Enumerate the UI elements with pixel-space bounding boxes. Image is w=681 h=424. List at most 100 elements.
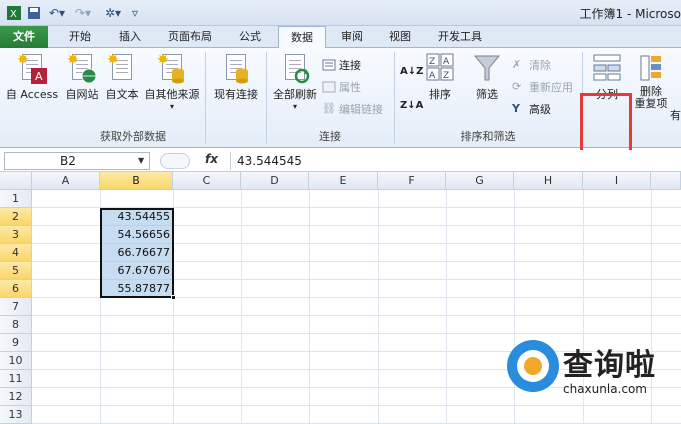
sort-label: 排序 xyxy=(429,88,451,101)
grid-line xyxy=(309,190,310,424)
sort-ascending-button[interactable]: A↓Z xyxy=(400,62,423,80)
properties-button[interactable]: 属性 xyxy=(322,78,361,96)
row-header-10[interactable]: 10 xyxy=(0,352,32,370)
row-header-9[interactable]: 9 xyxy=(0,334,32,352)
refresh-all-label: 全部刷新 xyxy=(273,88,317,101)
from-web-button[interactable]: ✸ 自网站 xyxy=(62,52,102,102)
undo-icon[interactable]: ↶▾ xyxy=(46,4,68,22)
customize-toolbar-icon[interactable]: ✲▾ xyxy=(100,4,126,22)
svg-text:A: A xyxy=(443,57,450,67)
data-validation-label: 有 xyxy=(670,109,681,122)
connections-button[interactable]: 连接 xyxy=(322,56,361,74)
row-header-12[interactable]: 12 xyxy=(0,388,32,406)
dropdown-arrow-icon: ▾ xyxy=(292,102,297,111)
formula-input[interactable]: 43.544545 xyxy=(230,152,678,170)
tab-developer[interactable]: 开发工具 xyxy=(428,26,492,48)
edit-links-button[interactable]: ⛓ 编辑链接 xyxy=(322,100,383,118)
tab-formulas[interactable]: 公式 xyxy=(228,26,272,48)
row-header-5[interactable]: 5 xyxy=(0,262,32,280)
column-header-partial[interactable] xyxy=(651,172,681,190)
row-header-1[interactable]: 1 xyxy=(0,190,32,208)
reapply-button[interactable]: ⟳ 重新应用 xyxy=(512,78,573,96)
tab-page-layout[interactable]: 页面布局 xyxy=(158,26,222,48)
tab-data[interactable]: 数据 xyxy=(278,26,326,49)
tab-home[interactable]: 开始 xyxy=(58,26,102,48)
column-header-i[interactable]: I xyxy=(583,172,651,190)
edit-links-label: 编辑链接 xyxy=(339,103,383,116)
svg-text:X: X xyxy=(10,9,17,20)
tab-view[interactable]: 视图 xyxy=(378,26,422,48)
row-header-3[interactable]: 3 xyxy=(0,226,32,244)
tab-file[interactable]: 文件 xyxy=(0,26,48,48)
advanced-filter-icon: Y xyxy=(512,102,520,115)
row-header-7[interactable]: 7 xyxy=(0,298,32,316)
globe-icon xyxy=(81,68,97,84)
insert-function-icon[interactable]: fx xyxy=(205,152,218,166)
dropdown-arrow-icon: ▾ xyxy=(169,102,174,111)
sort-descending-button[interactable]: Z↓A xyxy=(400,96,423,114)
row-header-6[interactable]: 6 xyxy=(0,280,32,298)
cell-b3[interactable]: 54.56656 xyxy=(100,226,173,244)
column-header-h[interactable]: H xyxy=(514,172,583,190)
row-header-11[interactable]: 11 xyxy=(0,370,32,388)
svg-text:Z: Z xyxy=(443,71,449,81)
column-header-e[interactable]: E xyxy=(309,172,378,190)
cell-b2[interactable]: 43.54455 xyxy=(100,208,173,226)
group-label-connections: 连接 xyxy=(319,130,341,143)
from-text-button[interactable]: ✸ 自文本 xyxy=(102,52,142,102)
existing-connections-button[interactable]: 现有连接 xyxy=(208,52,264,102)
column-header-g[interactable]: G xyxy=(446,172,514,190)
connections-icon xyxy=(322,59,336,71)
watermark: 查询啦 chaxunla.com xyxy=(507,338,677,408)
name-box[interactable]: B2 xyxy=(4,152,150,170)
group-label-sort-filter: 排序和筛选 xyxy=(460,130,516,143)
select-all-corner[interactable] xyxy=(0,172,32,190)
from-access-button[interactable]: ✸ A 自 Access xyxy=(4,52,60,102)
ribbon: ✸ A 自 Access ✸ 自网站 ✸ 自文本 ✸ 自其他来源 ▾ 现有连接 … xyxy=(0,48,681,171)
cell-b4[interactable]: 66.76677 xyxy=(100,244,173,262)
connections-label: 连接 xyxy=(339,59,361,72)
row-header-13[interactable]: 13 xyxy=(0,406,32,424)
remove-duplicates-button[interactable]: 删除 重复项 xyxy=(634,52,668,110)
filter-label: 筛选 xyxy=(476,88,498,101)
formula-bar: B2 ▼ fx 43.544545 xyxy=(0,150,681,172)
grid-line xyxy=(241,190,242,424)
cell-b6[interactable]: 55.87877 xyxy=(100,280,173,298)
sort-button[interactable]: ZAAZ 排序 xyxy=(424,52,456,102)
filter-icon xyxy=(473,55,501,81)
row-header-8[interactable]: 8 xyxy=(0,316,32,334)
existing-connections-label: 现有连接 xyxy=(214,88,258,101)
cell-b5[interactable]: 67.67676 xyxy=(100,262,173,280)
redo-icon[interactable]: ↷▾ xyxy=(72,4,94,22)
column-header-b[interactable]: B xyxy=(100,172,173,190)
svg-text:A: A xyxy=(35,70,43,83)
advanced-button[interactable]: Y 高级 xyxy=(512,100,551,118)
properties-icon xyxy=(322,81,336,93)
grid-line xyxy=(446,190,447,424)
more-commands-icon[interactable]: ▿ xyxy=(130,4,140,22)
grid-line xyxy=(378,190,379,424)
svg-text:A: A xyxy=(429,71,436,81)
save-icon[interactable] xyxy=(26,4,42,22)
refresh-all-button[interactable]: 全部刷新 ▾ xyxy=(270,52,320,111)
clear-label: 清除 xyxy=(529,59,551,72)
tab-review[interactable]: 审阅 xyxy=(332,26,372,48)
clear-filter-icon: ✗ xyxy=(512,58,522,71)
reapply-label: 重新应用 xyxy=(529,81,573,94)
column-header-c[interactable]: C xyxy=(173,172,241,190)
title-bar: X ↶▾ ↷▾ ✲▾ ▿ 工作簿1 - Microso xyxy=(0,0,681,26)
data-validation-button-partial[interactable]: 有 xyxy=(670,106,681,124)
tab-insert[interactable]: 插入 xyxy=(108,26,152,48)
column-header-a[interactable]: A xyxy=(32,172,100,190)
column-header-f[interactable]: F xyxy=(378,172,446,190)
from-other-sources-button[interactable]: ✸ 自其他来源 ▾ xyxy=(142,52,202,111)
formula-bar-expand-icon[interactable] xyxy=(160,153,190,169)
name-box-dropdown-icon[interactable]: ▼ xyxy=(138,156,144,165)
refresh-icon xyxy=(294,68,310,84)
clear-button[interactable]: ✗ 清除 xyxy=(512,56,551,74)
filter-button[interactable]: 筛选 xyxy=(470,52,504,102)
row-header-2[interactable]: 2 xyxy=(0,208,32,226)
group-label-get-external-data: 获取外部数据 xyxy=(100,130,166,143)
column-header-d[interactable]: D xyxy=(241,172,309,190)
row-header-4[interactable]: 4 xyxy=(0,244,32,262)
